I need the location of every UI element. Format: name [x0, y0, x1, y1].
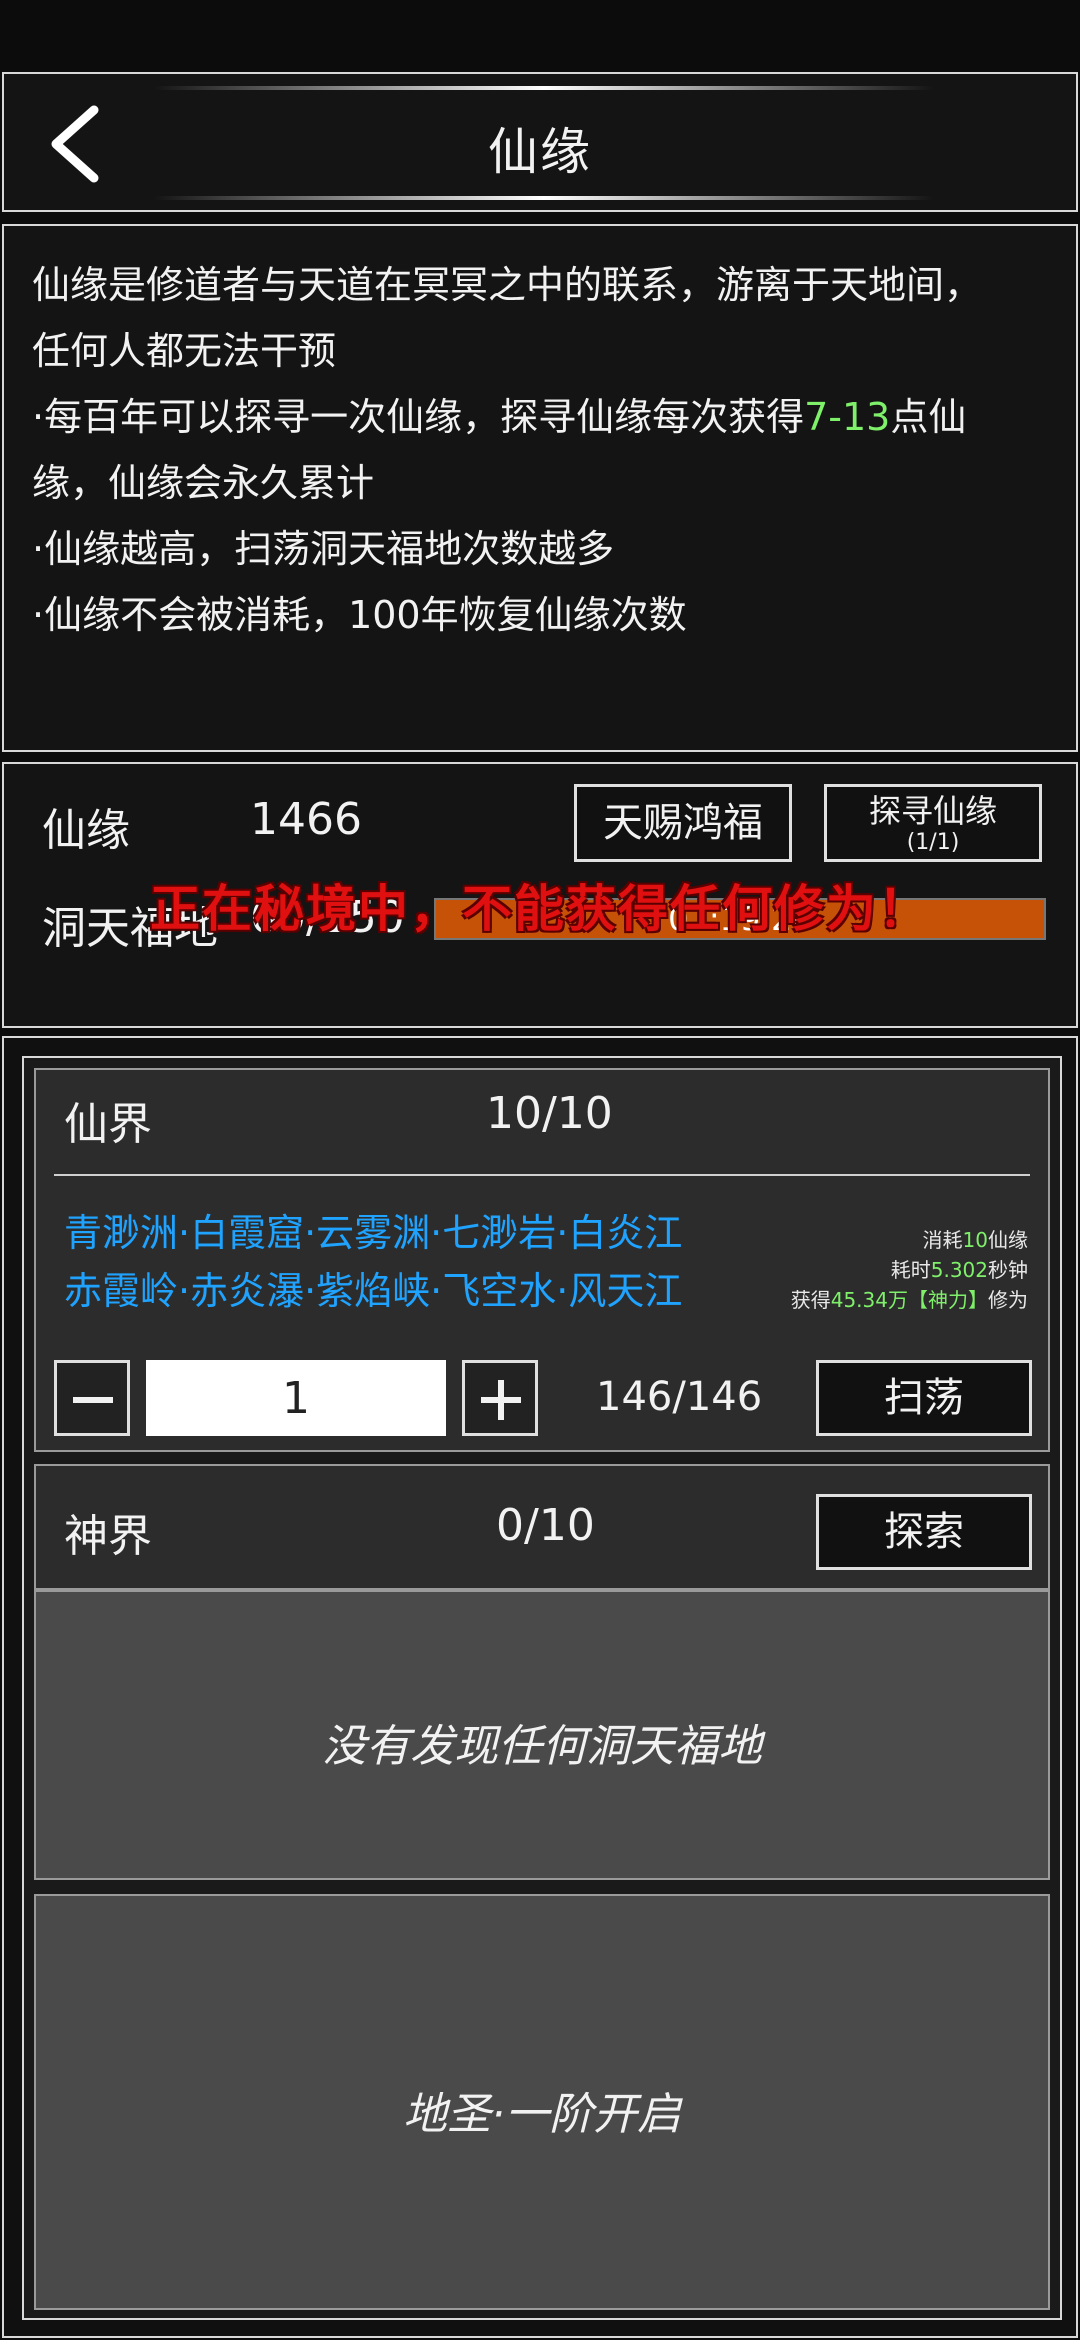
plus-icon-vertical — [498, 1380, 504, 1420]
desc-text: ·每百年可以探寻一次仙缘，探寻仙缘每次获得 — [32, 395, 805, 439]
desc-line: 仙缘是修道者与天道在冥冥之中的联系，游离于天地间， — [32, 263, 983, 307]
gain-suffix: 修为 — [988, 1288, 1028, 1312]
gain-info: 获得45.34万【神力】修为 — [791, 1284, 1028, 1313]
cost-suffix: 仙缘 — [988, 1228, 1028, 1252]
unlock-requirement: 地圣·一阶开启 — [403, 2089, 681, 2140]
seek-button-count: (1/1) — [906, 830, 960, 855]
seek-button-label: 探寻仙缘 — [868, 792, 997, 830]
minus-icon — [73, 1397, 113, 1403]
desc-line: 缘，仙缘会永久累计 — [32, 461, 375, 505]
divider — [54, 1174, 1030, 1176]
gain-value: 45.34万【神力】 — [830, 1288, 988, 1312]
shenjie-count: 0/10 — [496, 1500, 595, 1551]
header-bottom-ornament — [154, 196, 934, 200]
explore-button[interactable]: 探索 — [816, 1494, 1032, 1570]
status-bar — [0, 0, 1080, 70]
empty-state-panel: 没有发现任何洞天福地 — [34, 1590, 1050, 1880]
time-suffix: 秒钟 — [988, 1258, 1028, 1282]
empty-message: 没有发现任何洞天福地 — [322, 1721, 762, 1772]
realms-panel: 仙界 10/10 青渺洲·白霞窟·云雾渊·七渺岩·白炎江 赤霞岭·赤炎瀑·紫焰峡… — [2, 1036, 1078, 2338]
increase-button[interactable] — [462, 1360, 538, 1436]
quantity-input[interactable] — [146, 1360, 446, 1436]
description-panel: 仙缘是修道者与天道在冥冥之中的联系，游离于天地间， 任何人都无法干预 ·每百年可… — [2, 224, 1078, 752]
header-top-ornament — [154, 86, 934, 90]
xianjie-panel: 仙界 10/10 青渺洲·白霞窟·云雾渊·七渺岩·白炎江 赤霞岭·赤炎瀑·紫焰峡… — [34, 1068, 1050, 1452]
cost-value: 10 — [962, 1228, 988, 1252]
page-title: 仙缘 — [488, 123, 592, 181]
locked-realm-panel: 地圣·一阶开启 — [34, 1894, 1050, 2310]
xianjie-title: 仙界 — [64, 1099, 152, 1150]
xianjie-count: 10/10 — [486, 1088, 613, 1139]
location-list-row: 赤霞岭·赤炎瀑·紫焰峡·飞空水·风天江 — [64, 1269, 683, 1313]
desc-line: ·仙缘越高，扫荡洞天福地次数越多 — [32, 527, 615, 571]
sweep-remaining: 146/146 — [596, 1374, 763, 1420]
desc-line: ·每百年可以探寻一次仙缘，探寻仙缘每次获得7-13点仙 — [32, 384, 1048, 450]
cost-info: 消耗10仙缘 — [923, 1224, 1028, 1253]
stats-panel: 仙缘 1466 天赐鸿福 探寻仙缘 (1/1) 洞天福地 60/150 01:1… — [2, 762, 1078, 1028]
xianyuan-value: 1466 — [250, 794, 362, 845]
decrease-button[interactable] — [54, 1360, 130, 1436]
warning-banner: 正在秘境中，不能获得任何修为！ — [150, 880, 930, 938]
seek-xianyuan-button[interactable]: 探寻仙缘 (1/1) — [824, 784, 1042, 862]
time-info: 耗时5.302秒钟 — [891, 1254, 1028, 1283]
desc-highlight-range: 7-13 — [804, 395, 891, 439]
time-prefix: 耗时 — [890, 1258, 931, 1282]
location-list-row: 青渺洲·白霞窟·云雾渊·七渺岩·白炎江 — [64, 1211, 683, 1255]
blessing-button[interactable]: 天赐鸿福 — [574, 784, 792, 862]
desc-text: 点仙 — [890, 395, 967, 439]
gain-prefix: 获得 — [790, 1288, 831, 1312]
header-bar: 仙缘 — [2, 72, 1078, 212]
sweep-button[interactable]: 扫荡 — [816, 1360, 1032, 1436]
desc-line: 任何人都无法干预 — [32, 329, 337, 373]
time-value: 5.302 — [930, 1258, 988, 1282]
shenjie-title: 神界 — [64, 1511, 152, 1562]
realms-inner-frame: 仙界 10/10 青渺洲·白霞窟·云雾渊·七渺岩·白炎江 赤霞岭·赤炎瀑·紫焰峡… — [22, 1056, 1062, 2320]
xianyuan-label: 仙缘 — [42, 805, 130, 856]
shenjie-panel: 神界 0/10 探索 — [34, 1464, 1050, 1590]
cost-prefix: 消耗 — [922, 1228, 963, 1252]
desc-line: ·仙缘不会被消耗，100年恢复仙缘次数 — [32, 593, 687, 637]
